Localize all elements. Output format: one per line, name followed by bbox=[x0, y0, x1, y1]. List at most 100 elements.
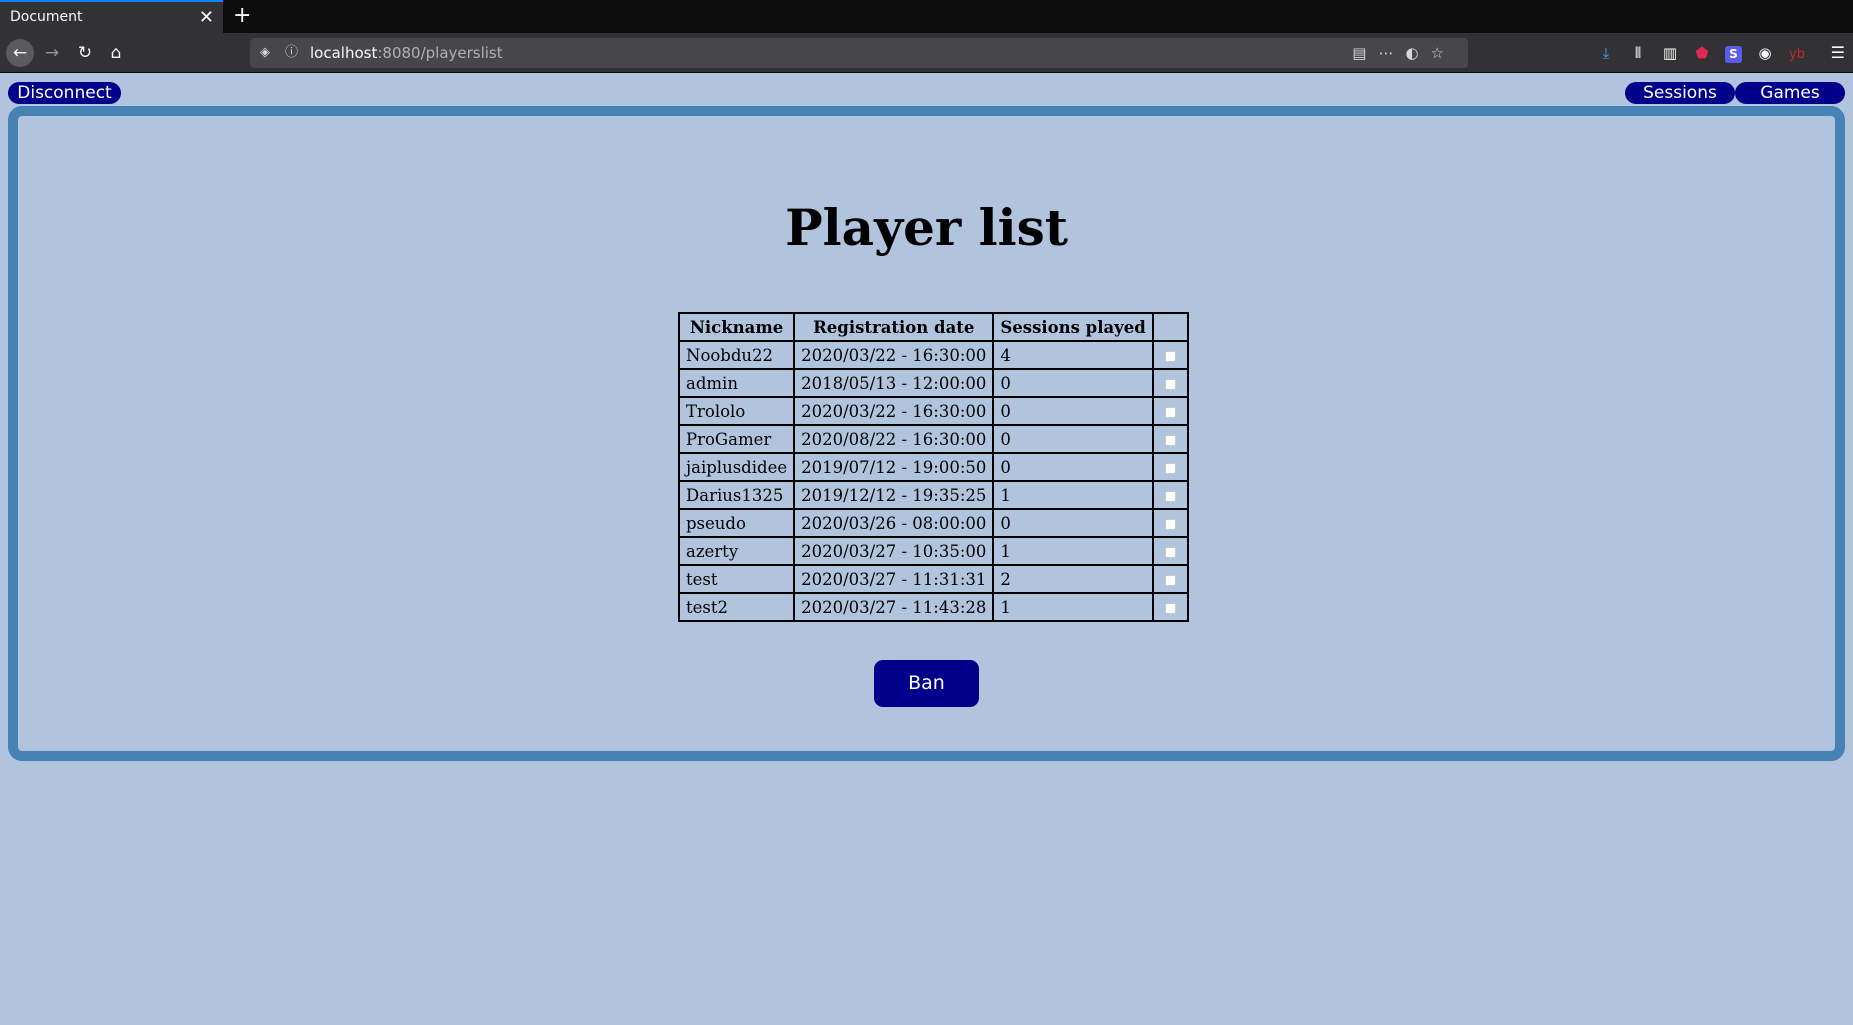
disconnect-button[interactable]: Disconnect bbox=[8, 82, 121, 104]
extension-s-icon[interactable]: S bbox=[1725, 46, 1742, 63]
ban-button[interactable]: Ban bbox=[874, 660, 979, 707]
cell-registration-date: 2020/03/27 - 10:35:00 bbox=[794, 537, 994, 565]
url-host: localhost bbox=[310, 44, 378, 62]
header-registration-date: Registration date bbox=[794, 313, 994, 341]
library-icon[interactable]: ⫴ bbox=[1622, 39, 1654, 67]
cell-nickname: Trololo bbox=[679, 397, 795, 425]
cell-sessions-played: 0 bbox=[993, 453, 1153, 481]
sessions-button[interactable]: Sessions bbox=[1625, 82, 1735, 104]
cell-sessions-played: 0 bbox=[993, 425, 1153, 453]
url-text[interactable]: localhost:8080/playerslist bbox=[310, 38, 503, 68]
cell-nickname: jaiplusdidee bbox=[679, 453, 795, 481]
cell-select bbox=[1152, 369, 1188, 397]
cell-sessions-played: 4 bbox=[993, 341, 1153, 369]
header-select bbox=[1152, 313, 1188, 341]
cell-registration-date: 2020/03/22 - 16:30:00 bbox=[794, 341, 994, 369]
table-row: Trololo 2020/03/22 - 16:30:00 0 bbox=[679, 397, 1188, 425]
cell-nickname: Noobdu22 bbox=[679, 341, 795, 369]
cell-registration-date: 2019/07/12 - 19:00:50 bbox=[794, 453, 994, 481]
cell-sessions-played: 0 bbox=[993, 369, 1153, 397]
table-row: jaiplusdidee 2019/07/12 - 19:00:50 0 bbox=[679, 453, 1188, 481]
ban-checkbox[interactable] bbox=[1164, 350, 1176, 362]
cell-registration-date: 2020/03/22 - 16:30:00 bbox=[794, 397, 994, 425]
table-row: Noobdu22 2020/03/22 - 16:30:00 4 bbox=[679, 341, 1188, 369]
cell-select bbox=[1152, 593, 1188, 621]
table-row: azerty 2020/03/27 - 10:35:00 1 bbox=[679, 537, 1188, 565]
ban-checkbox[interactable] bbox=[1164, 546, 1176, 558]
ban-checkbox[interactable] bbox=[1164, 602, 1176, 614]
cell-sessions-played: 1 bbox=[993, 593, 1153, 621]
cell-nickname: azerty bbox=[679, 537, 795, 565]
account-icon[interactable]: ◉ bbox=[1749, 39, 1781, 67]
cell-select bbox=[1152, 537, 1188, 565]
toolbar-icons: ⤓ ⫴ ▥ ⬟ S ◉ yb bbox=[1590, 39, 1813, 67]
menu-icon[interactable]: ☰ bbox=[1831, 39, 1845, 67]
cell-sessions-played: 1 bbox=[993, 537, 1153, 565]
cell-nickname: test bbox=[679, 565, 795, 593]
cell-nickname: Darius1325 bbox=[679, 481, 795, 509]
navigation-bar: ← → ↻ ⌂ ◈ ⓘ localhost:8080/playerslist ▤… bbox=[0, 33, 1853, 73]
cell-nickname: admin bbox=[679, 369, 795, 397]
tab-document[interactable]: Document ✕ bbox=[0, 0, 223, 33]
cell-registration-date: 2019/12/12 - 19:35:25 bbox=[794, 481, 994, 509]
site-info-icon[interactable]: ⓘ bbox=[285, 38, 298, 68]
ban-checkbox[interactable] bbox=[1164, 574, 1176, 586]
cell-registration-date: 2018/05/13 - 12:00:00 bbox=[794, 369, 994, 397]
games-button[interactable]: Games bbox=[1735, 82, 1845, 104]
table-row: test 2020/03/27 - 11:31:31 2 bbox=[679, 565, 1188, 593]
cell-registration-date: 2020/03/27 - 11:31:31 bbox=[794, 565, 994, 593]
tab-bar: Document ✕ + bbox=[0, 0, 1853, 33]
download-icon[interactable]: ⤓ bbox=[1590, 39, 1622, 67]
table-row: admin 2018/05/13 - 12:00:00 0 bbox=[679, 369, 1188, 397]
cell-nickname: test2 bbox=[679, 593, 795, 621]
url-actions: ▤⋯◐☆ bbox=[1352, 38, 1456, 68]
ban-checkbox[interactable] bbox=[1164, 518, 1176, 530]
back-arrow-icon[interactable]: ← bbox=[6, 39, 34, 67]
cell-select bbox=[1152, 425, 1188, 453]
cell-select bbox=[1152, 565, 1188, 593]
header-sessions-played: Sessions played bbox=[993, 313, 1153, 341]
cell-registration-date: 2020/03/26 - 08:00:00 bbox=[794, 509, 994, 537]
player-table: Nickname Registration date Sessions play… bbox=[678, 312, 1189, 622]
ublock-icon[interactable]: ⬟ bbox=[1686, 39, 1718, 67]
tab-title: Document bbox=[10, 9, 83, 25]
ban-checkbox[interactable] bbox=[1164, 490, 1176, 502]
close-icon[interactable]: ✕ bbox=[199, 3, 214, 33]
cell-sessions-played: 0 bbox=[993, 397, 1153, 425]
cell-nickname: ProGamer bbox=[679, 425, 795, 453]
cell-select bbox=[1152, 453, 1188, 481]
table-header-row: Nickname Registration date Sessions play… bbox=[679, 313, 1188, 341]
sidebar-icon[interactable]: ▥ bbox=[1654, 39, 1686, 67]
pocket-icon[interactable]: ◐ bbox=[1405, 44, 1430, 62]
bookmark-star-icon[interactable]: ☆ bbox=[1431, 44, 1456, 62]
ban-checkbox[interactable] bbox=[1164, 378, 1176, 390]
cell-select bbox=[1152, 481, 1188, 509]
cell-registration-date: 2020/08/22 - 16:30:00 bbox=[794, 425, 994, 453]
ban-checkbox[interactable] bbox=[1164, 434, 1176, 446]
new-tab-icon[interactable]: + bbox=[233, 1, 251, 31]
ban-checkbox[interactable] bbox=[1164, 406, 1176, 418]
url-path: :8080/playerslist bbox=[377, 44, 503, 62]
table-row: test2 2020/03/27 - 11:43:28 1 bbox=[679, 593, 1188, 621]
cell-select bbox=[1152, 341, 1188, 369]
table-row: pseudo 2020/03/26 - 08:00:00 0 bbox=[679, 509, 1188, 537]
cell-select bbox=[1152, 509, 1188, 537]
reload-icon[interactable]: ↻ bbox=[71, 39, 99, 67]
yb-icon[interactable]: yb bbox=[1781, 41, 1813, 69]
table-row: Darius1325 2019/12/12 - 19:35:25 1 bbox=[679, 481, 1188, 509]
tracking-shield-icon[interactable]: ◈ bbox=[260, 38, 270, 68]
page-actions-icon[interactable]: ⋯ bbox=[1378, 44, 1405, 62]
forward-arrow-icon[interactable]: → bbox=[38, 39, 66, 67]
reader-view-icon[interactable]: ▤ bbox=[1352, 44, 1378, 62]
page-title: Player list bbox=[785, 198, 1068, 257]
cell-sessions-played: 1 bbox=[993, 481, 1153, 509]
home-icon[interactable]: ⌂ bbox=[102, 39, 130, 67]
cell-nickname: pseudo bbox=[679, 509, 795, 537]
cell-registration-date: 2020/03/27 - 11:43:28 bbox=[794, 593, 994, 621]
cell-sessions-played: 2 bbox=[993, 565, 1153, 593]
cell-select bbox=[1152, 397, 1188, 425]
header-nickname: Nickname bbox=[679, 313, 795, 341]
ban-checkbox[interactable] bbox=[1164, 462, 1176, 474]
table-row: ProGamer 2020/08/22 - 16:30:00 0 bbox=[679, 425, 1188, 453]
address-bar[interactable]: ◈ ⓘ localhost:8080/playerslist ▤⋯◐☆ bbox=[250, 38, 1468, 68]
